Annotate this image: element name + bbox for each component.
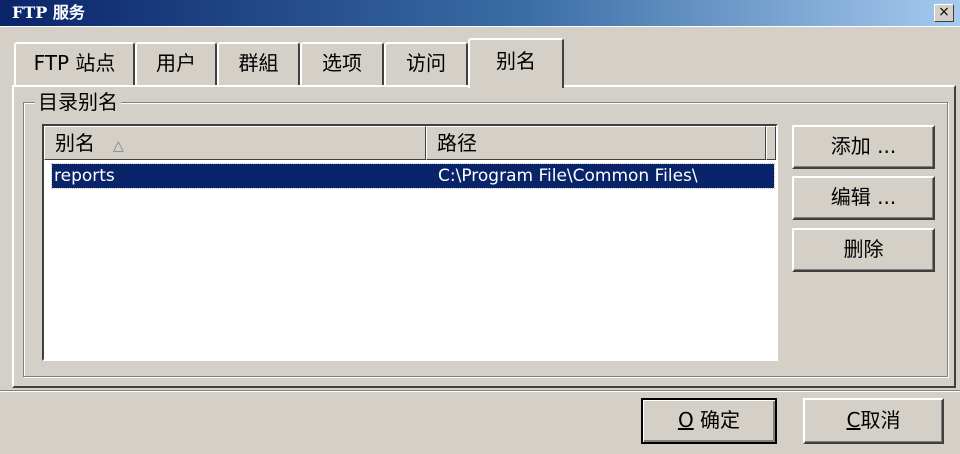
cancel-label: 取消 xyxy=(860,408,901,432)
delete-button[interactable]: 删除 xyxy=(792,228,935,272)
tab-label: 别名 xyxy=(496,49,536,73)
tab-label: 用户 xyxy=(156,51,196,75)
title-bar[interactable]: FTP 服务 × xyxy=(0,0,960,27)
ok-label: 确定 xyxy=(700,408,741,432)
list-item[interactable]: reports C:\Program File\Common Files\ xyxy=(51,163,775,189)
tab-label: 访问 xyxy=(406,51,446,75)
groupbox-label: 目录别名 xyxy=(35,90,121,114)
footer-separator xyxy=(0,390,960,392)
alias-listview[interactable]: 别名 △ 路径 reports C:\Program File\Common Fi… xyxy=(42,124,778,361)
tab-label: 群組 xyxy=(238,51,279,75)
tab-label: FTP 站点 xyxy=(33,51,116,75)
close-button[interactable]: × xyxy=(934,4,954,22)
cancel-mnemonic: C xyxy=(846,408,861,432)
column-label: 别名 xyxy=(55,131,95,155)
ok-button[interactable]: O 确定 xyxy=(641,398,777,444)
close-icon: × xyxy=(938,4,950,20)
add-button[interactable]: 添加 ... xyxy=(792,125,935,169)
column-header-path[interactable]: 路径 xyxy=(426,126,766,160)
button-label: 删除 xyxy=(843,237,884,261)
edit-button[interactable]: 编辑 ... xyxy=(792,176,935,220)
tab-label: 选项 xyxy=(322,51,362,75)
sort-ascending-icon: △ xyxy=(113,138,124,154)
tab-options[interactable]: 选项 xyxy=(300,42,384,85)
button-label: 添加 ... xyxy=(830,134,897,158)
ok-mnemonic: O xyxy=(677,408,694,432)
window-title: FTP 服务 xyxy=(12,3,85,22)
tab-ftp-site[interactable]: FTP 站点 xyxy=(14,42,135,85)
column-header-filler xyxy=(766,126,776,160)
tab-groups[interactable]: 群組 xyxy=(217,42,300,85)
column-label: 路径 xyxy=(437,131,477,155)
column-header-alias[interactable]: 别名 △ xyxy=(44,126,426,160)
alias-cell: reports xyxy=(54,166,115,186)
cancel-button[interactable]: C取消 xyxy=(803,398,944,444)
path-cell: C:\Program File\Common Files\ xyxy=(438,166,698,186)
button-label: 编辑 ... xyxy=(830,185,897,209)
tab-alias[interactable]: 别名 xyxy=(468,38,564,88)
tab-users[interactable]: 用户 xyxy=(135,42,217,85)
tab-access[interactable]: 访问 xyxy=(384,42,468,85)
